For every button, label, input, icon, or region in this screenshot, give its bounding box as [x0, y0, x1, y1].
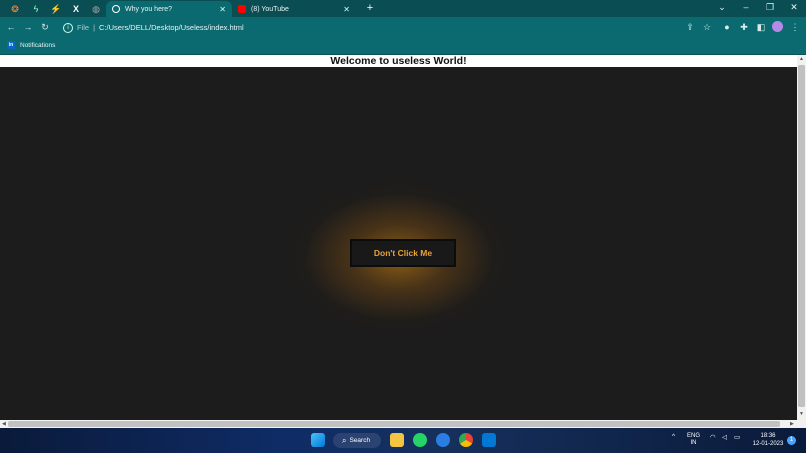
app-icon[interactable]: [436, 433, 450, 447]
circle-icon: ◍: [92, 3, 100, 14]
taskbar-search[interactable]: ⌕ Search: [333, 433, 381, 448]
battery-icon[interactable]: ▭: [734, 433, 740, 441]
search-label: Search: [349, 437, 371, 444]
share-icon[interactable]: ⇪: [684, 21, 696, 33]
profile-avatar[interactable]: [772, 21, 783, 32]
scheme-label: File: [77, 23, 90, 32]
scroll-up-icon[interactable]: ▲: [797, 56, 806, 62]
extension-circle-icon[interactable]: ●: [721, 21, 733, 33]
bookmarks-bar: in Notifications: [0, 38, 806, 55]
youtube-icon: [238, 5, 246, 13]
file-explorer-icon[interactable]: [390, 433, 404, 447]
vscode-icon[interactable]: [482, 433, 496, 447]
minimize-icon[interactable]: –: [739, 2, 753, 12]
clock-time: 18:36: [760, 433, 776, 439]
new-tab-button[interactable]: +: [363, 1, 377, 15]
wifi-icon[interactable]: ◠: [710, 433, 716, 441]
pinned-tab-3[interactable]: ⚡: [47, 2, 65, 16]
scroll-down-icon[interactable]: ▼: [797, 411, 806, 417]
globe-icon: [112, 5, 120, 13]
close-tab-icon[interactable]: ✕: [219, 5, 226, 14]
scroll-right-icon[interactable]: ▶: [790, 420, 794, 428]
bolt-icon: ϟ: [33, 4, 39, 14]
x-icon: X: [72, 4, 79, 14]
back-icon[interactable]: ←: [5, 21, 17, 33]
windows-start-icon[interactable]: [311, 433, 325, 447]
bookmark-notifications[interactable]: in Notifications: [7, 41, 55, 49]
lightning-icon: ⚡: [50, 3, 62, 14]
url-text: C:/Users/DELL/Desktop/Useless/index.html: [99, 23, 244, 32]
tab-why-you-here[interactable]: Why you here? ✕: [106, 1, 232, 17]
taskbar: ⌕ Search ^ ENG IN ◠ ◁ ▭ 18:36 12-01-2023…: [0, 428, 806, 453]
browser-toolbar: ← → ↻ i File | C:/Users/DELL/Desktop/Use…: [0, 17, 806, 38]
pinned-tab-2[interactable]: ϟ: [27, 2, 45, 16]
app-icon: ❂: [11, 3, 19, 14]
side-panel-icon[interactable]: ◧: [755, 21, 767, 33]
tab-youtube[interactable]: (8) YouTube ✕: [232, 1, 356, 17]
horizontal-scroll-thumb[interactable]: [8, 421, 780, 427]
pinned-tab-5[interactable]: ◍: [87, 2, 105, 16]
info-icon[interactable]: i: [63, 22, 73, 33]
reload-icon[interactable]: ↻: [39, 21, 51, 33]
bookmark-label: Notifications: [20, 41, 56, 49]
dont-click-button[interactable]: Don't Click Me: [350, 239, 456, 267]
clock-date: 12-01-2023: [752, 441, 784, 447]
tab-label: (8) YouTube: [251, 5, 289, 13]
page-content: Welcome to useless World! Don't Click Me: [0, 55, 797, 420]
volume-icon[interactable]: ◁: [722, 433, 727, 441]
pinned-tab-4[interactable]: X: [67, 2, 85, 16]
tray-overflow-icon[interactable]: ^: [672, 433, 675, 440]
language-indicator[interactable]: ENG IN: [687, 433, 700, 447]
tab-search-icon[interactable]: ⌄: [715, 2, 729, 13]
search-icon: ⌕: [342, 435, 347, 445]
region-code: IN: [690, 440, 697, 446]
linkedin-icon: in: [7, 41, 15, 49]
whatsapp-icon[interactable]: [413, 433, 427, 447]
page-title: Welcome to useless World!: [0, 55, 797, 67]
language-code: ENG: [687, 433, 701, 439]
chrome-icon[interactable]: [459, 433, 473, 447]
vertical-scrollbar[interactable]: ▲ ▼: [797, 55, 806, 420]
close-tab-icon[interactable]: ✕: [343, 5, 350, 14]
clock[interactable]: 18:36 12-01-2023: [751, 432, 785, 448]
vertical-scroll-thumb[interactable]: [798, 65, 805, 407]
address-bar[interactable]: i File | C:/Users/DELL/Desktop/Useless/i…: [58, 19, 718, 36]
restore-icon[interactable]: ❐: [763, 2, 777, 13]
tab-strip: ❂ ϟ ⚡ X ◍ Why you here? ✕ (8) YouTube ✕ …: [0, 0, 806, 17]
close-window-icon[interactable]: ✕: [787, 2, 801, 13]
separator: |: [93, 23, 96, 32]
pinned-tab-1[interactable]: ❂: [6, 2, 24, 16]
forward-icon[interactable]: →: [22, 21, 34, 33]
tab-label: Why you here?: [125, 5, 173, 13]
scroll-left-icon[interactable]: ◀: [2, 420, 6, 428]
extensions-icon[interactable]: ✚: [738, 21, 750, 33]
bookmark-star-icon[interactable]: ☆: [701, 21, 713, 33]
menu-icon[interactable]: ⋮: [789, 21, 801, 33]
horizontal-scrollbar[interactable]: ◀ ▶: [0, 420, 806, 428]
notification-icon[interactable]: 1: [787, 436, 796, 445]
